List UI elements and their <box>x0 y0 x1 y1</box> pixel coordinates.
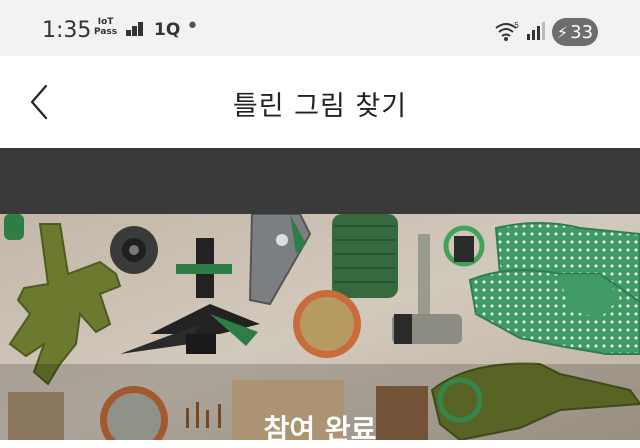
iot-label: IoT <box>97 17 114 27</box>
iot-pass-icon: IoT Pass <box>94 17 117 37</box>
charging-bolt-icon: ⚡ <box>556 22 569 42</box>
page-title: 틀린 그림 찾기 <box>232 91 408 122</box>
carrier-tag: 1Q <box>154 20 181 40</box>
battery-level: 33 <box>570 21 594 43</box>
puzzle-image[interactable] <box>0 214 640 440</box>
wifi-icon: 5 <box>495 21 519 41</box>
garden-tools-picture <box>0 214 640 440</box>
signal-icon <box>527 22 545 40</box>
dark-band <box>0 148 640 214</box>
wifi-badge: 5 <box>514 21 519 30</box>
pass-label: Pass <box>94 27 118 37</box>
app-header: 틀린 그림 찾기 <box>0 56 640 148</box>
status-time: 1:35 <box>42 18 92 43</box>
stair-icon <box>126 22 143 36</box>
notification-dot: • <box>186 14 199 39</box>
completion-label: 참여 완료 <box>263 413 377 446</box>
status-bar: 1:35 IoT Pass 1Q • 5 ⚡ 33 <box>0 0 640 56</box>
battery-badge: ⚡ 33 <box>552 18 598 46</box>
